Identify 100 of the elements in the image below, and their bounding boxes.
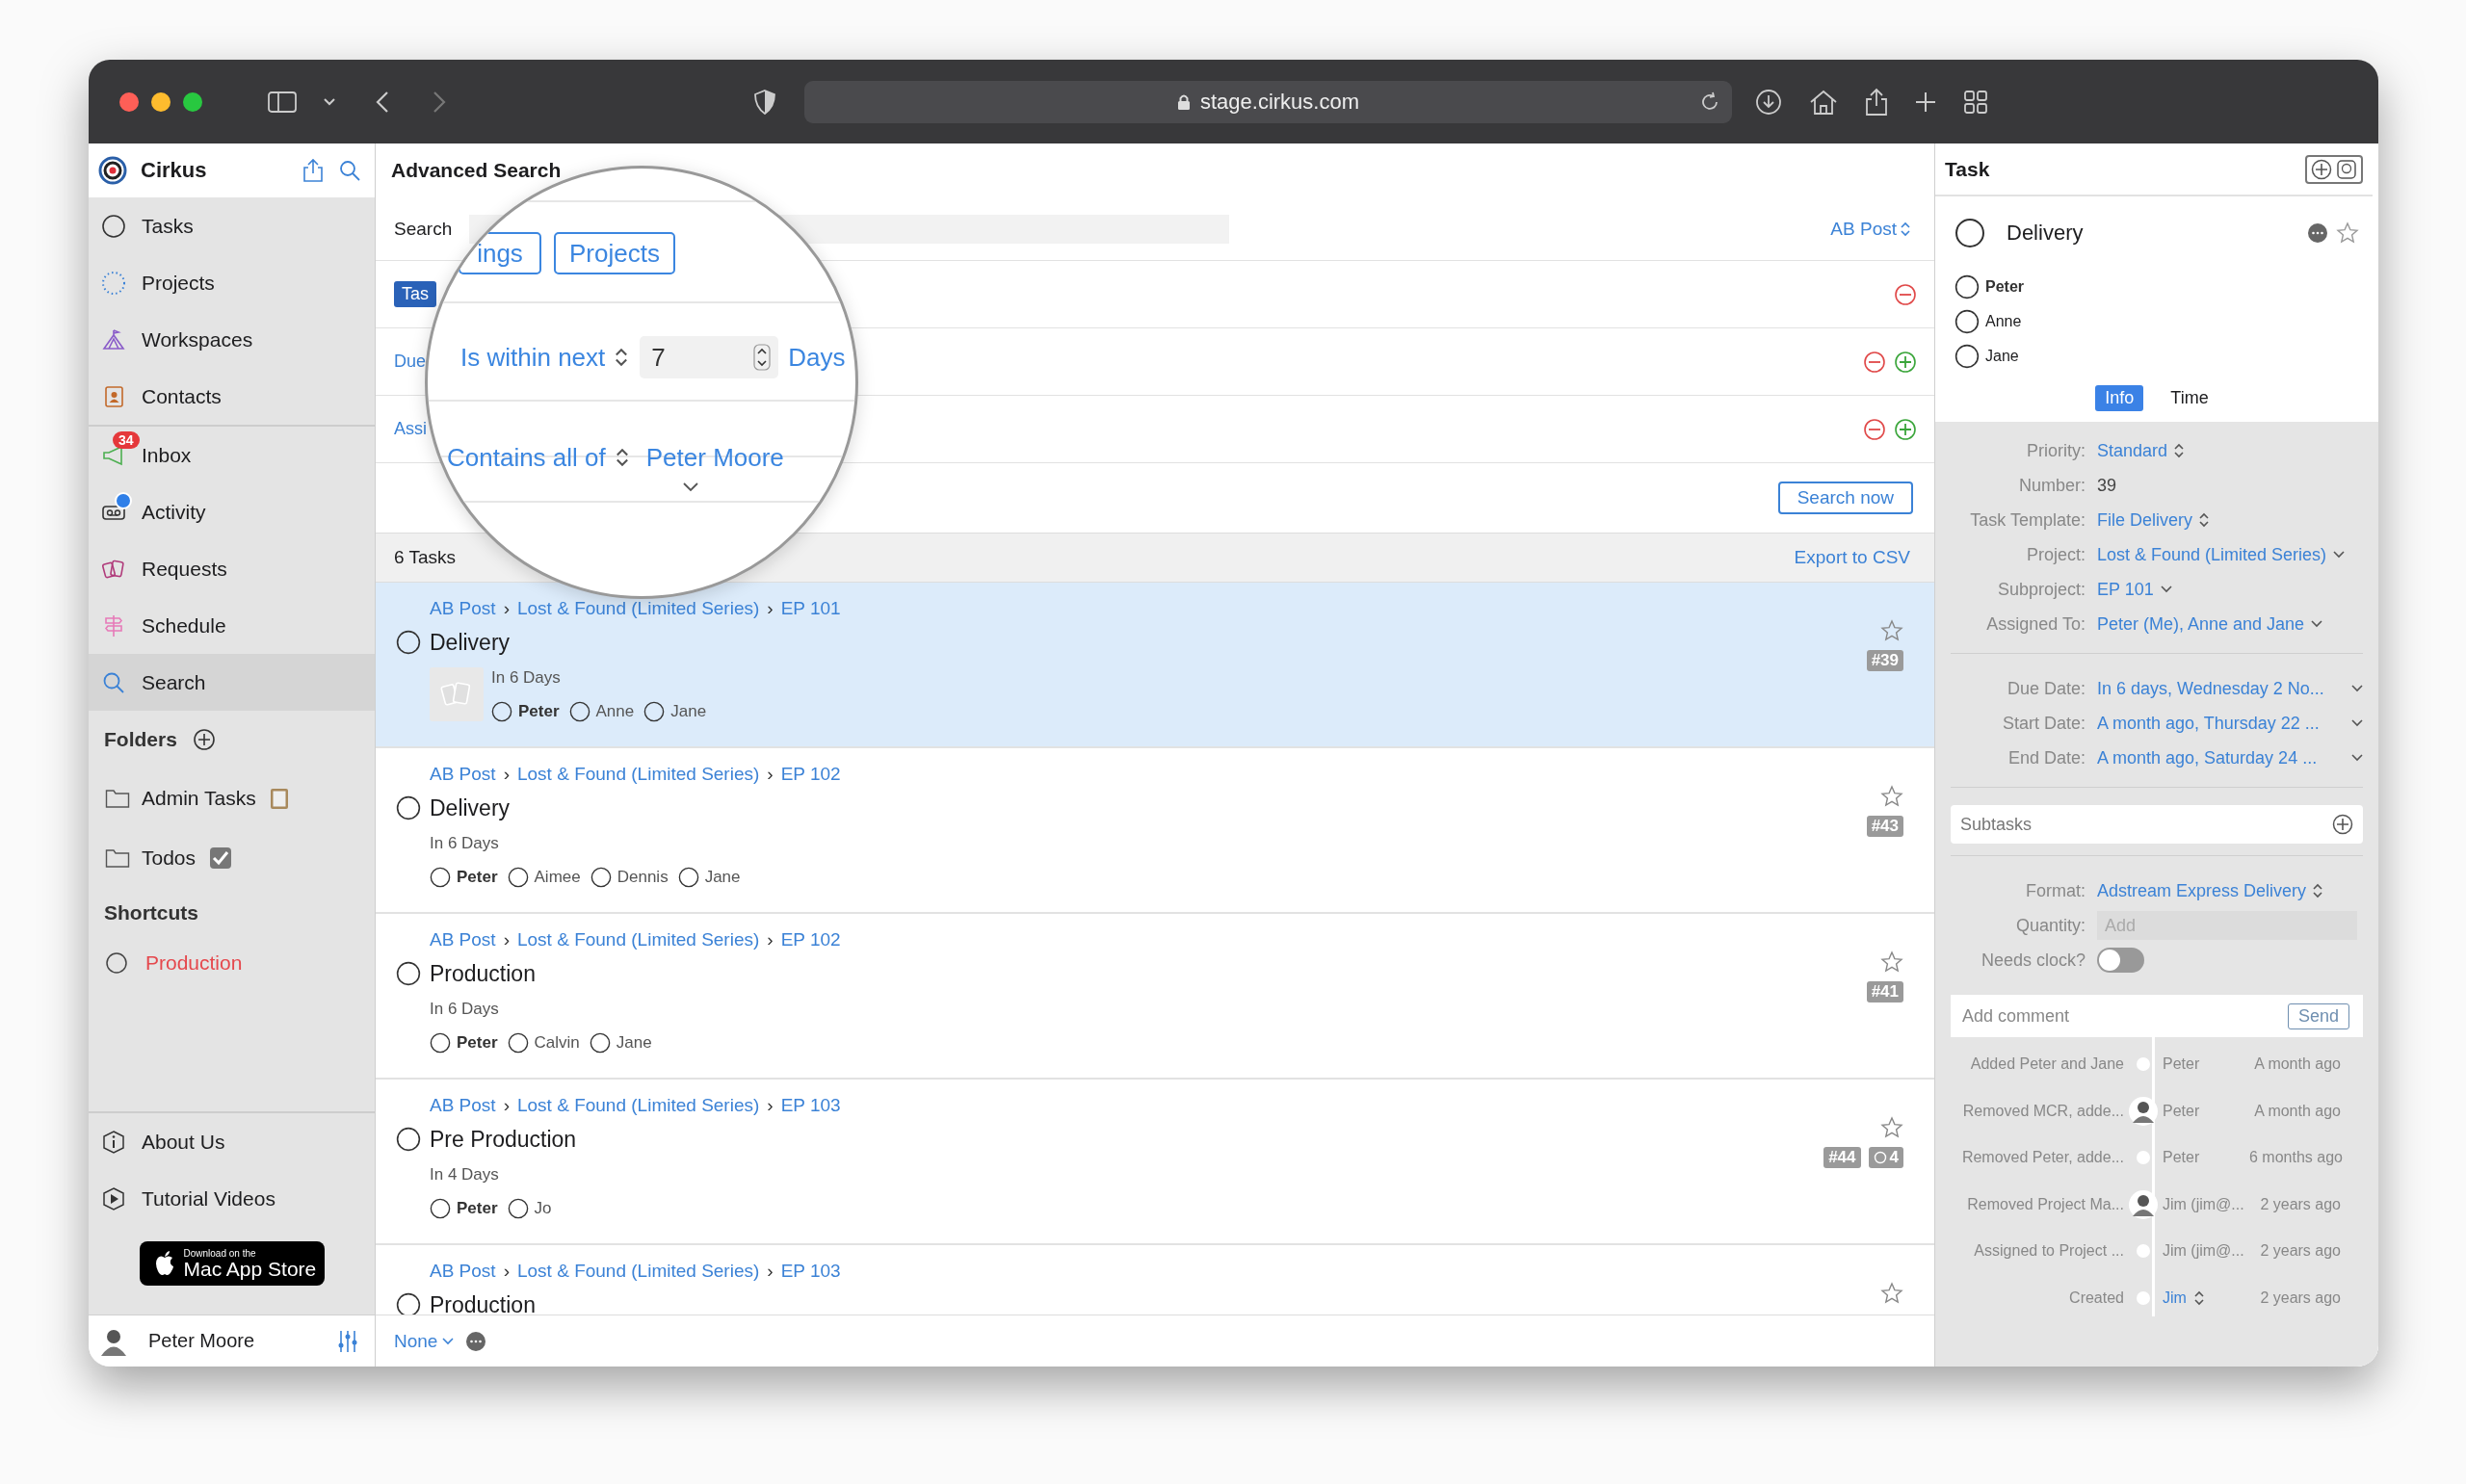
stepper-icon[interactable] bbox=[753, 344, 772, 371]
sidebar-item[interactable]: Tasks bbox=[89, 197, 375, 254]
breadcrumb-link[interactable]: EP 101 bbox=[780, 598, 841, 619]
shield-icon[interactable] bbox=[754, 89, 775, 115]
operator-select[interactable]: Is within next bbox=[460, 342, 606, 373]
sidebar-item[interactable]: Schedule bbox=[89, 597, 375, 654]
task-row[interactable]: AB Post › Lost & Found (Limited Series) › EP 102 Production In 6 Days Peter Calvin Jane #41 bbox=[376, 914, 1934, 1080]
circle-checkbox-icon[interactable] bbox=[1954, 274, 1980, 299]
sidebar-item[interactable]: 34 Inbox bbox=[89, 427, 375, 483]
circle-checkbox-icon[interactable] bbox=[507, 1032, 529, 1054]
criterion-label[interactable]: Assi bbox=[394, 419, 427, 439]
scope-select[interactable]: AB Post bbox=[1830, 218, 1910, 240]
circle-checkbox-icon[interactable] bbox=[677, 867, 699, 888]
circle-checkbox-icon[interactable] bbox=[396, 795, 421, 820]
share-icon[interactable] bbox=[1865, 87, 1888, 117]
tab[interactable]: Time bbox=[2161, 384, 2218, 411]
breadcrumb-link[interactable]: Lost & Found (Limited Series) bbox=[517, 764, 760, 785]
tab-grid-icon[interactable] bbox=[1963, 89, 1988, 115]
panel-button-group[interactable] bbox=[2305, 154, 2363, 184]
circle-checkbox-icon[interactable] bbox=[507, 867, 529, 888]
tab[interactable]: Info bbox=[2095, 384, 2144, 411]
task-row[interactable]: AB Post › Lost & Found (Limited Series) › EP 103 Pre Production In 4 Days Peter Jo #44 4 bbox=[376, 1080, 1934, 1245]
date-dropdown[interactable]: A month ago, Saturday 24 ... bbox=[2097, 747, 2378, 768]
date-dropdown[interactable]: In 6 days, Wednesday 2 No... bbox=[2097, 678, 2378, 699]
field-select[interactable]: File Delivery bbox=[2097, 509, 2210, 531]
breadcrumb-link[interactable]: AB Post bbox=[430, 1095, 496, 1116]
folder-item[interactable]: Admin Tasks bbox=[142, 787, 256, 810]
sidebar-link[interactable]: About Us bbox=[89, 1113, 375, 1170]
task-title[interactable]: Delivery bbox=[430, 794, 511, 821]
breadcrumb-link[interactable]: EP 103 bbox=[780, 1095, 841, 1116]
folder-item[interactable]: Todos bbox=[142, 846, 197, 870]
address-bar[interactable]: stage.cirkus.com bbox=[804, 80, 1732, 123]
user-select[interactable]: Jim bbox=[2163, 1289, 2249, 1307]
share-icon[interactable] bbox=[302, 158, 325, 183]
filter-button[interactable]: Projects bbox=[554, 232, 675, 274]
sidebar-item[interactable]: Requests bbox=[89, 540, 375, 597]
close-window-button[interactable] bbox=[119, 91, 139, 112]
star-icon[interactable] bbox=[1880, 950, 1903, 974]
field-dropdown[interactable]: Lost & Found (Limited Series) bbox=[2097, 544, 2346, 565]
comment-field[interactable]: Add comment Send bbox=[1951, 995, 2363, 1037]
chevron-down-icon[interactable] bbox=[683, 482, 698, 492]
remove-icon[interactable] bbox=[1863, 350, 1886, 374]
plus-icon[interactable] bbox=[1915, 91, 1936, 113]
sidebar-item[interactable]: Workspaces bbox=[89, 311, 375, 368]
circle-checkbox-icon[interactable] bbox=[589, 1032, 611, 1054]
filter-button[interactable]: ings bbox=[459, 232, 541, 274]
send-button[interactable]: Send bbox=[2287, 1002, 2349, 1029]
circle-checkbox-icon[interactable] bbox=[491, 701, 512, 722]
circle-checkbox-icon[interactable] bbox=[1954, 218, 1985, 248]
field-select[interactable]: Standard bbox=[2097, 440, 2185, 461]
export-link[interactable]: Export to CSV bbox=[1794, 547, 1910, 568]
shortcut-item[interactable]: Production bbox=[89, 938, 375, 988]
assignee-select[interactable]: Peter Moore bbox=[645, 442, 784, 473]
task-row[interactable]: AB Post › Lost & Found (Limited Series) › EP 101 Delivery In 6 Days Peter Anne Jane #39 bbox=[376, 583, 1934, 748]
search-icon[interactable] bbox=[338, 159, 361, 182]
sliders-icon[interactable] bbox=[336, 1328, 359, 1354]
circle-checkbox-icon[interactable] bbox=[396, 1292, 421, 1315]
star-icon[interactable] bbox=[1880, 785, 1903, 808]
star-icon[interactable] bbox=[1880, 1116, 1903, 1139]
criterion-label[interactable]: Due bbox=[394, 351, 427, 372]
app-store-badge[interactable]: Download on the Mac App Store bbox=[139, 1241, 325, 1286]
field-dropdown[interactable]: EP 101 bbox=[2097, 579, 2172, 600]
back-icon[interactable] bbox=[376, 90, 389, 114]
field-dropdown[interactable]: Peter (Me), Anne and Jane bbox=[2097, 613, 2323, 635]
star-icon[interactable] bbox=[1880, 1282, 1903, 1305]
circle-checkbox-icon[interactable] bbox=[430, 1032, 451, 1054]
circle-checkbox-icon[interactable] bbox=[396, 961, 421, 986]
date-dropdown[interactable]: A month ago, Thursday 22 ... bbox=[2097, 713, 2378, 734]
sidebar-link[interactable]: Tutorial Videos bbox=[89, 1170, 375, 1227]
task-title[interactable]: Pre Production bbox=[430, 1126, 577, 1153]
star-icon[interactable] bbox=[2336, 221, 2359, 245]
sidebar-item[interactable]: Activity bbox=[89, 483, 375, 540]
sidebar-item[interactable]: Contacts bbox=[89, 368, 375, 425]
sidebar-item[interactable]: Search bbox=[89, 654, 375, 711]
forward-icon[interactable] bbox=[433, 90, 446, 114]
breadcrumb-link[interactable]: EP 102 bbox=[780, 764, 841, 785]
breadcrumb-link[interactable]: Lost & Found (Limited Series) bbox=[517, 929, 760, 950]
task-title[interactable]: Delivery bbox=[430, 629, 511, 656]
breadcrumb-link[interactable]: Lost & Found (Limited Series) bbox=[517, 1095, 760, 1116]
more-icon[interactable] bbox=[2307, 222, 2328, 244]
breadcrumb-link[interactable]: Lost & Found (Limited Series) bbox=[517, 1261, 760, 1282]
field-select[interactable]: Adstream Express Delivery bbox=[2097, 880, 2323, 901]
task-title[interactable]: Production bbox=[430, 960, 536, 987]
breadcrumb-link[interactable]: EP 102 bbox=[780, 929, 841, 950]
operator-select[interactable]: Contains all of bbox=[447, 442, 606, 473]
add-icon[interactable] bbox=[192, 728, 216, 751]
circle-checkbox-icon[interactable] bbox=[507, 1198, 529, 1219]
zoom-window-button[interactable] bbox=[183, 91, 202, 112]
circle-checkbox-icon[interactable] bbox=[568, 701, 590, 722]
breadcrumb-link[interactable]: Lost & Found (Limited Series) bbox=[517, 598, 760, 619]
breadcrumb-link[interactable]: AB Post bbox=[430, 1261, 496, 1282]
home-icon[interactable] bbox=[1809, 88, 1838, 116]
circle-checkbox-icon[interactable] bbox=[396, 630, 421, 655]
minimize-window-button[interactable] bbox=[151, 91, 171, 112]
sidebar-item[interactable]: Projects bbox=[89, 254, 375, 311]
circle-checkbox-icon[interactable] bbox=[1954, 309, 1980, 334]
circle-checkbox-icon[interactable] bbox=[1954, 344, 1980, 369]
filter-select[interactable]: None bbox=[394, 1330, 455, 1352]
star-icon[interactable] bbox=[1880, 619, 1903, 642]
circle-checkbox-icon[interactable] bbox=[396, 1127, 421, 1152]
